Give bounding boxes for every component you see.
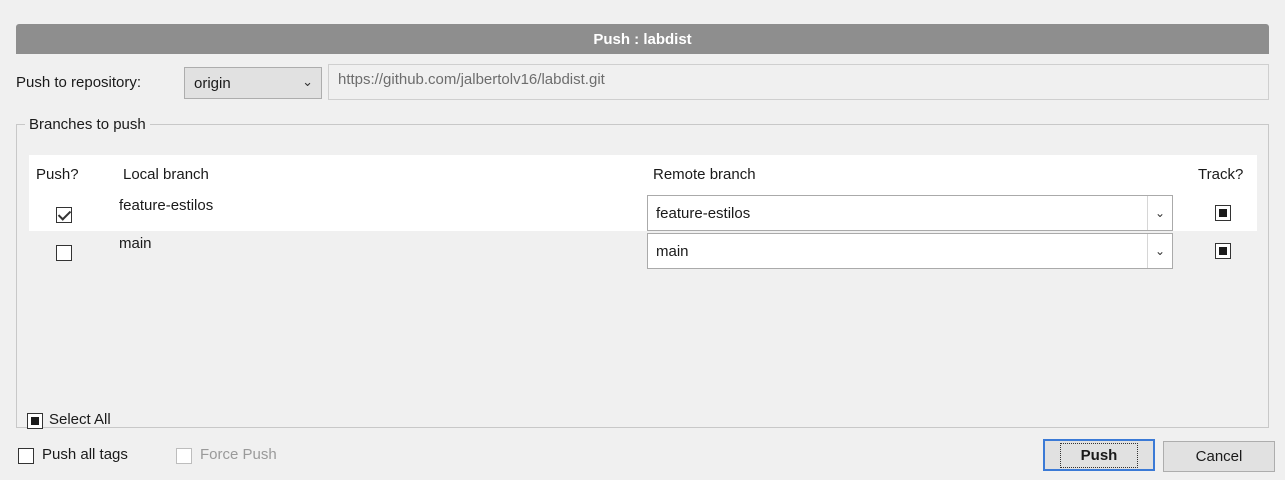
chevron-down-icon[interactable]: ⌄ xyxy=(1147,234,1172,268)
remote-branch-select[interactable]: feature-estilos ⌄ xyxy=(647,195,1173,231)
local-branch-name: feature-estilos xyxy=(119,197,214,214)
repository-label: Push to repository: xyxy=(16,74,142,91)
col-header-track: Track? xyxy=(1198,166,1244,183)
table-row: feature-estilos feature-estilos ⌄ xyxy=(29,193,1257,231)
repository-row: Push to repository: origin ⌄ https://git… xyxy=(16,64,1269,100)
push-all-tags-checkbox[interactable] xyxy=(18,448,34,464)
push-button[interactable]: Push xyxy=(1043,439,1155,471)
table-header: Push? Local branch Remote branch Track? xyxy=(29,155,1257,193)
cancel-button[interactable]: Cancel xyxy=(1163,441,1275,472)
push-button-label: Push xyxy=(1059,442,1139,468)
col-header-push: Push? xyxy=(36,166,79,183)
push-checkbox[interactable] xyxy=(56,245,72,261)
select-all-label: Select All xyxy=(49,411,111,428)
track-checkbox[interactable] xyxy=(1215,205,1231,221)
repository-select[interactable]: origin ⌄ xyxy=(184,67,322,99)
repository-url-field[interactable]: https://github.com/jalbertolv16/labdist.… xyxy=(328,64,1269,100)
col-header-remote-branch: Remote branch xyxy=(653,166,756,183)
track-checkbox[interactable] xyxy=(1215,243,1231,259)
branches-group: Branches to push Push? Local branch Remo… xyxy=(16,116,1269,429)
select-all-checkbox[interactable] xyxy=(27,413,43,429)
chevron-down-icon[interactable]: ⌄ xyxy=(1147,196,1172,230)
branches-group-label: Branches to push xyxy=(29,116,146,133)
table-row: main main ⌄ xyxy=(29,231,1257,269)
remote-branch-value: main xyxy=(656,243,689,260)
push-all-tags-label: Push all tags xyxy=(42,446,128,463)
remote-branch-select[interactable]: main ⌄ xyxy=(647,233,1173,269)
force-push-label: Force Push xyxy=(200,446,277,463)
col-header-local-branch: Local branch xyxy=(123,166,209,183)
push-checkbox[interactable] xyxy=(56,207,72,223)
local-branch-name: main xyxy=(119,235,152,252)
force-push-checkbox[interactable] xyxy=(176,448,192,464)
chevron-down-icon: ⌄ xyxy=(302,74,313,89)
dialog-title: Push : labdist xyxy=(16,24,1269,54)
repository-selected-value: origin xyxy=(194,75,231,92)
remote-branch-value: feature-estilos xyxy=(656,205,751,222)
